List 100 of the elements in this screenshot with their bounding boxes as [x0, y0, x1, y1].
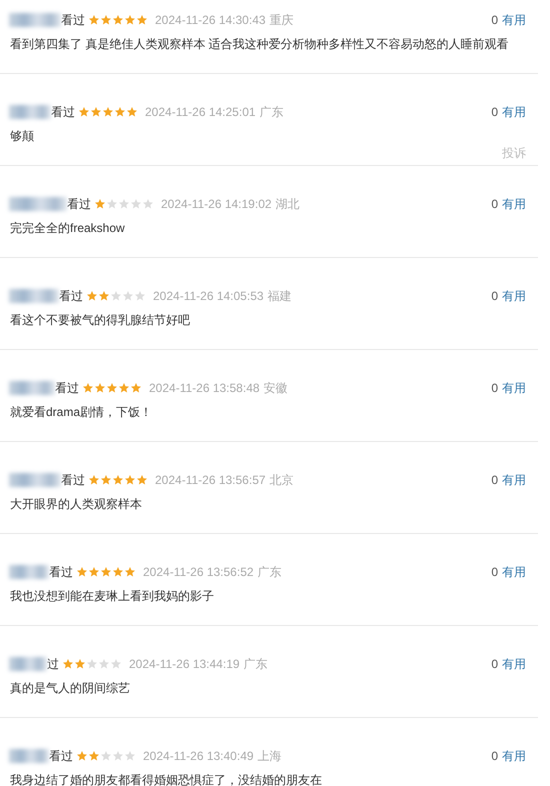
star-icon: [98, 290, 110, 302]
watched-label: 看过: [51, 104, 75, 121]
blurred-username: [9, 565, 49, 579]
star-icon: [106, 198, 118, 210]
review-location: 福建: [268, 288, 292, 305]
useful-link[interactable]: 有用: [502, 103, 526, 121]
star-icon: [100, 474, 112, 486]
review-location: 广东: [244, 656, 268, 673]
star-icon: [124, 474, 136, 486]
star-icon: [126, 106, 138, 118]
review-time: 2024-11-26 14:25:01: [145, 104, 256, 121]
watched-label: 看过: [49, 748, 73, 765]
star-icon: [90, 106, 102, 118]
star-icon: [142, 198, 154, 210]
star-icon: [76, 750, 88, 762]
star-icon: [118, 198, 130, 210]
star-icon: [88, 474, 100, 486]
useful-link[interactable]: 有用: [502, 563, 526, 581]
review-location: 安徽: [264, 380, 288, 397]
blurred-username: [9, 105, 51, 119]
useful-count: 0: [491, 564, 498, 581]
review-time: 2024-11-26 14:30:43: [155, 12, 266, 29]
review-time: 2024-11-26 14:19:02: [161, 196, 272, 213]
watched-label: 看过: [59, 288, 83, 305]
star-icon: [106, 382, 118, 394]
review-time: 2024-11-26 14:05:53: [153, 288, 264, 305]
star-icon: [136, 14, 148, 26]
star-icon: [74, 658, 86, 670]
star-icon: [124, 14, 136, 26]
useful-link[interactable]: 有用: [502, 655, 526, 673]
review-comment: 看这个不要被气的得乳腺结节好吧: [10, 312, 191, 328]
useful-count: 0: [491, 104, 498, 121]
blurred-username: [9, 197, 67, 211]
star-icon: [114, 106, 126, 118]
review-comment: 完完全全的freakshow: [10, 220, 126, 236]
blurred-username: [9, 381, 55, 395]
review-location: 广东: [260, 104, 284, 121]
watched-label: 看过: [55, 380, 79, 397]
useful-count: 0: [491, 656, 498, 673]
star-icon: [122, 290, 134, 302]
star-icon: [130, 382, 142, 394]
blurred-username: [9, 13, 61, 27]
useful-count: 0: [491, 288, 498, 305]
star-icon: [102, 106, 114, 118]
useful-count: 0: [491, 472, 498, 489]
star-icon: [112, 14, 124, 26]
star-icon: [78, 106, 90, 118]
review-location: 重庆: [270, 12, 294, 29]
review-comment: 够颠: [10, 128, 35, 144]
star-icon: [130, 198, 142, 210]
useful-count: 0: [491, 196, 498, 213]
watched-label: 看过: [61, 472, 85, 489]
watched-label: 看过: [49, 564, 73, 581]
review-time: 2024-11-26 13:40:49: [143, 748, 254, 765]
useful-link[interactable]: 有用: [502, 195, 526, 213]
review-time: 2024-11-26 13:56:52: [143, 564, 254, 581]
star-icon: [100, 566, 112, 578]
review-location: 北京: [270, 472, 294, 489]
blurred-username: [9, 657, 47, 671]
star-icon: [86, 658, 98, 670]
review-comment: 看到第四集了 真是绝佳人类观察样本 适合我这种爱分析物种多样性又不容易动怒的人睡前观看: [10, 36, 510, 52]
useful-link[interactable]: 有用: [502, 471, 526, 489]
star-icon: [136, 474, 148, 486]
watched-label: 过: [47, 656, 59, 673]
useful-count: 0: [491, 380, 498, 397]
useful-link[interactable]: 有用: [502, 379, 526, 397]
star-icon: [134, 290, 146, 302]
star-icon: [62, 658, 74, 670]
star-icon: [112, 566, 124, 578]
star-icon: [110, 658, 122, 670]
star-icon: [88, 566, 100, 578]
star-icon: [86, 290, 98, 302]
useful-count: 0: [491, 748, 498, 765]
watched-label: 看过: [67, 196, 91, 213]
star-icon: [110, 290, 122, 302]
review-time: 2024-11-26 13:44:19: [129, 656, 240, 673]
star-icon: [88, 750, 100, 762]
star-icon: [94, 382, 106, 394]
review-comment: 就爱看drama剧情，下饭！: [10, 404, 154, 420]
useful-link[interactable]: 有用: [502, 747, 526, 765]
review-comment: 真的是气人的阴间综艺: [10, 680, 131, 696]
review-time: 2024-11-26 13:56:57: [155, 472, 266, 489]
useful-link[interactable]: 有用: [502, 287, 526, 305]
useful-count: 0: [491, 12, 498, 29]
blurred-username: [9, 289, 59, 303]
review-location: 上海: [258, 748, 282, 765]
star-icon: [76, 566, 88, 578]
review-location: 湖北: [276, 196, 300, 213]
star-icon: [124, 566, 136, 578]
watched-label: 看过: [61, 12, 85, 29]
star-icon: [98, 658, 110, 670]
review-comment: 我身边结了婚的朋友都看得婚姻恐惧症了，没结婚的朋友在: [10, 772, 323, 786]
review-comment: 我也没想到能在麦琳上看到我妈的影子: [10, 588, 215, 604]
star-icon: [82, 382, 94, 394]
star-icon: [88, 14, 100, 26]
review-comment: 大开眼界的人类观察样本: [10, 496, 143, 512]
star-icon: [124, 750, 136, 762]
blurred-username: [9, 749, 49, 763]
star-icon: [94, 198, 106, 210]
useful-link[interactable]: 有用: [502, 11, 526, 29]
